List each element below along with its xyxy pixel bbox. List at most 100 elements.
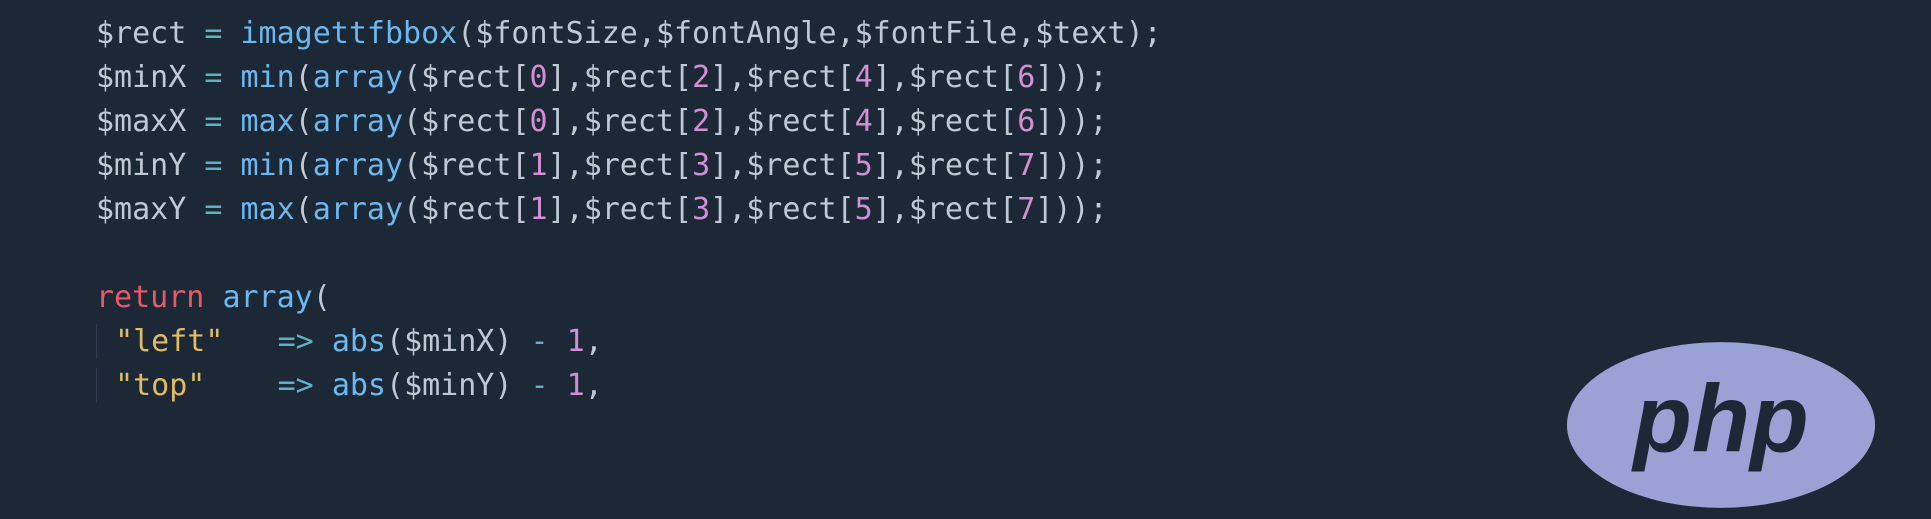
code-line[interactable]: "top" => abs($minY) - 1, <box>96 364 1162 408</box>
code-token <box>549 324 567 359</box>
code-token: array <box>222 280 312 315</box>
code-line[interactable]: $minX = min(array($rect[0],$rect[2],$rec… <box>96 56 1162 100</box>
code-token: 3 <box>692 148 710 183</box>
code-token: ) <box>494 324 512 359</box>
code-token: 0 <box>530 104 548 139</box>
code-token: , <box>638 16 656 51</box>
code-token: abs <box>332 368 386 403</box>
code-token: ] <box>873 104 891 139</box>
code-token: $rect <box>584 104 674 139</box>
code-line[interactable]: $maxY = max(array($rect[1],$rect[3],$rec… <box>96 188 1162 232</box>
code-token: ( <box>403 192 421 227</box>
code-token: 4 <box>855 104 873 139</box>
code-token: ; <box>1089 104 1107 139</box>
code-token: "left" <box>115 324 223 359</box>
code-token: 6 <box>1017 60 1035 95</box>
code-token: array <box>313 104 403 139</box>
code-token: max <box>241 104 295 139</box>
code-token: $text <box>1035 16 1125 51</box>
code-token: ) <box>1071 104 1089 139</box>
code-token: ] <box>710 60 728 95</box>
code-token: ( <box>386 368 404 403</box>
code-token: , <box>837 16 855 51</box>
code-token: $rect <box>909 60 999 95</box>
code-token: $rect <box>746 192 836 227</box>
code-token: ] <box>1035 148 1053 183</box>
code-token: => <box>278 324 314 359</box>
code-token: ( <box>457 16 475 51</box>
code-token: - <box>531 368 549 403</box>
code-token: = <box>204 60 222 95</box>
code-token: array <box>313 60 403 95</box>
code-token: [ <box>999 60 1017 95</box>
code-line[interactable]: "left" => abs($minX) - 1, <box>96 320 1162 364</box>
code-line[interactable] <box>96 232 1162 276</box>
code-token <box>186 16 204 51</box>
code-token: [ <box>674 192 692 227</box>
code-token: , <box>566 148 584 183</box>
php-logo-text: php <box>1630 366 1808 473</box>
code-token: ) <box>1071 60 1089 95</box>
code-token: $fontAngle <box>656 16 837 51</box>
code-token: ) <box>1126 16 1144 51</box>
code-token <box>204 280 222 315</box>
code-token: ) <box>1053 148 1071 183</box>
code-token: 6 <box>1017 104 1035 139</box>
code-token: [ <box>511 104 529 139</box>
code-token: $rect <box>909 148 999 183</box>
code-token: $rect <box>421 104 511 139</box>
code-token: $rect <box>746 60 836 95</box>
code-block[interactable]: $rect = imagettfbbox($fontSize,$fontAngl… <box>96 12 1162 408</box>
code-token: ] <box>710 104 728 139</box>
code-token: = <box>204 148 222 183</box>
code-token: 2 <box>692 60 710 95</box>
code-token: 2 <box>692 104 710 139</box>
code-token: abs <box>332 324 386 359</box>
code-token: = <box>204 16 222 51</box>
code-token: ] <box>548 148 566 183</box>
code-token: - <box>531 324 549 359</box>
code-line[interactable]: $rect = imagettfbbox($fontSize,$fontAngl… <box>96 12 1162 56</box>
code-token <box>549 368 567 403</box>
code-token: $minY <box>404 368 494 403</box>
code-token: ] <box>710 148 728 183</box>
code-token: [ <box>674 104 692 139</box>
code-token: , <box>728 148 746 183</box>
code-token: [ <box>837 148 855 183</box>
code-token: ( <box>403 148 421 183</box>
code-token: min <box>241 148 295 183</box>
code-token: ] <box>873 60 891 95</box>
code-line[interactable]: $minY = min(array($rect[1],$rect[3],$rec… <box>96 144 1162 188</box>
code-token <box>512 368 530 403</box>
code-line[interactable]: return array( <box>96 276 1162 320</box>
code-token: ) <box>1053 192 1071 227</box>
code-token: 0 <box>530 60 548 95</box>
code-token: $minX <box>96 60 186 95</box>
code-token <box>186 104 204 139</box>
code-token: = <box>204 192 222 227</box>
code-token: $rect <box>584 192 674 227</box>
code-token: $minX <box>404 324 494 359</box>
code-token <box>223 324 277 359</box>
code-token: ( <box>295 192 313 227</box>
code-token <box>186 60 204 95</box>
code-token: max <box>241 192 295 227</box>
code-line[interactable]: $maxX = max(array($rect[0],$rect[2],$rec… <box>96 100 1162 144</box>
code-token: , <box>585 368 603 403</box>
code-token: ] <box>1035 192 1053 227</box>
code-token: ] <box>548 60 566 95</box>
code-token: ) <box>494 368 512 403</box>
code-token: ( <box>403 60 421 95</box>
code-token: imagettfbbox <box>241 16 458 51</box>
code-token: ( <box>403 104 421 139</box>
code-token: , <box>585 324 603 359</box>
code-token: , <box>891 148 909 183</box>
code-token: = <box>204 104 222 139</box>
code-token: ] <box>710 192 728 227</box>
code-token: , <box>1017 16 1035 51</box>
code-token: $rect <box>746 104 836 139</box>
code-token: , <box>891 104 909 139</box>
code-token: $rect <box>421 192 511 227</box>
code-token: $rect <box>421 148 511 183</box>
code-token: [ <box>999 104 1017 139</box>
